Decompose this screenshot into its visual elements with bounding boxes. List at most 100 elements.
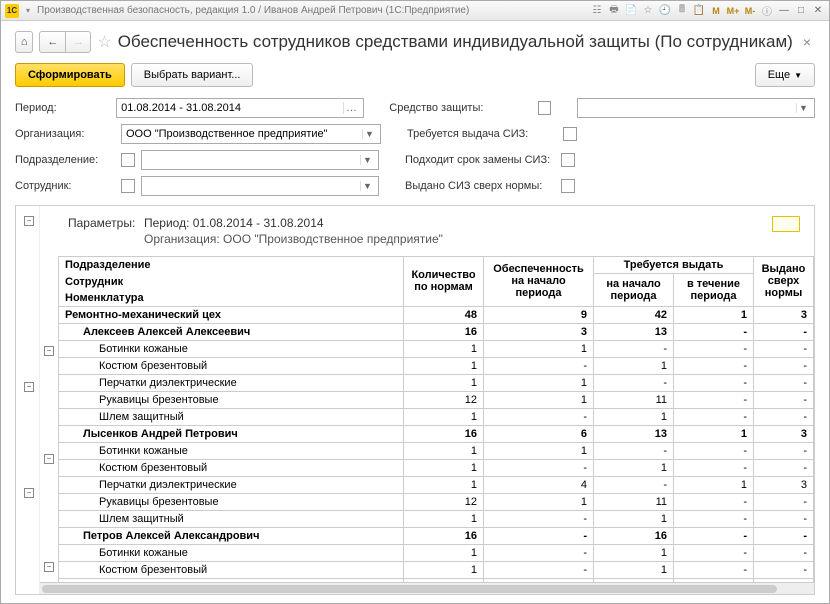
- outline-collapse-node[interactable]: −: [24, 382, 34, 392]
- choose-variant-button[interactable]: Выбрать вариант...: [131, 63, 254, 87]
- cell-ov: -: [754, 510, 814, 527]
- home-button[interactable]: ⌂: [15, 31, 33, 53]
- tb-icon-1[interactable]: ☷: [590, 4, 604, 18]
- dropdown-icon[interactable]: ▼: [360, 181, 374, 191]
- cell-ov: -: [754, 561, 814, 578]
- forward-button[interactable]: →: [65, 31, 91, 53]
- table-row[interactable]: Ботинки кожаные11---: [59, 340, 814, 357]
- table-row[interactable]: Костюм брезентовый1-1--: [59, 357, 814, 374]
- filters: Период: 01.08.2014 - 31.08.2014… Средств…: [1, 95, 829, 205]
- table-row[interactable]: Рукавицы брезентовые12111--: [59, 391, 814, 408]
- more-button[interactable]: Еще▼: [755, 63, 815, 87]
- cell-prov: -: [484, 510, 594, 527]
- tb-icon-help[interactable]: ⓘ: [760, 4, 774, 18]
- cell-ov: -: [754, 374, 814, 391]
- app-menu-dropdown[interactable]: ▾: [23, 6, 33, 16]
- cell-name: Ботинки кожаные: [59, 442, 404, 459]
- close-button[interactable]: ✕: [811, 4, 825, 18]
- titlebar: 1C ▾ Производственная безопасность, реда…: [1, 1, 829, 21]
- table-row[interactable]: Костюм брезентовый1-1--: [59, 459, 814, 476]
- emp-input[interactable]: ▼: [141, 176, 379, 196]
- cell-name: Алексеев Алексей Алексеевич: [59, 323, 404, 340]
- cell-ov: -: [754, 544, 814, 561]
- tb-icon-mplus[interactable]: M+: [726, 4, 740, 18]
- table-row[interactable]: Алексеев Алексей Алексеевич16313--: [59, 323, 814, 340]
- tb-icon-2[interactable]: 🖶: [607, 4, 621, 18]
- minimize-button[interactable]: —: [777, 4, 791, 18]
- cell-ov: -: [754, 340, 814, 357]
- tb-icon-mminus[interactable]: M-: [743, 4, 757, 18]
- emp-checkbox[interactable]: [121, 179, 135, 193]
- table-row[interactable]: Рукавицы брезентовые12111--: [59, 493, 814, 510]
- tb-icon-7[interactable]: 📋: [692, 4, 706, 18]
- dropdown-icon[interactable]: ▼: [796, 103, 810, 113]
- cell-ns: 42: [594, 306, 674, 323]
- cell-prov: 1: [484, 493, 594, 510]
- dept-checkbox[interactable]: [121, 153, 135, 167]
- period-input[interactable]: 01.08.2014 - 31.08.2014…: [116, 98, 364, 118]
- favorite-star-icon[interactable]: ☆: [97, 32, 111, 52]
- dept-input[interactable]: ▼: [141, 150, 379, 170]
- table-row[interactable]: Перчатки диэлектрические11---: [59, 374, 814, 391]
- page-header: ⌂ ← → ☆ Обеспеченность сотрудников средс…: [1, 21, 829, 59]
- tb-icon-m[interactable]: M: [709, 4, 723, 18]
- horizontal-scrollbar[interactable]: [40, 582, 814, 594]
- cell-ov: -: [754, 357, 814, 374]
- cell-ov: -: [754, 493, 814, 510]
- table-row[interactable]: Костюм брезентовый1-1--: [59, 561, 814, 578]
- th-over: Выдано сверх нормы: [754, 257, 814, 307]
- period-label: Период:: [15, 102, 110, 114]
- table-row[interactable]: Ботинки кожаные11---: [59, 442, 814, 459]
- report-content[interactable]: Параметры: Период: 01.08.2014 - 31.08.20…: [40, 206, 814, 594]
- cell-name: Ботинки кожаные: [59, 340, 404, 357]
- table-row[interactable]: Ремонтно-механический цех4894213: [59, 306, 814, 323]
- tab-close-button[interactable]: ×: [799, 34, 815, 50]
- cell-prov: 6: [484, 425, 594, 442]
- cell-ns: -: [594, 374, 674, 391]
- app-window: 1C ▾ Производственная безопасность, реда…: [0, 0, 830, 604]
- cell-name: Ремонтно-механический цех: [59, 306, 404, 323]
- cell-ns: 13: [594, 323, 674, 340]
- table-row[interactable]: Перчатки диэлектрические14-13: [59, 476, 814, 493]
- replace-due-checkbox[interactable]: [561, 153, 575, 167]
- org-input[interactable]: ООО "Производственное предприятие"▼: [121, 124, 381, 144]
- tb-icon-6[interactable]: 🖩: [675, 4, 689, 18]
- report-table: Подразделение Количество по нормам Обесп…: [58, 256, 814, 594]
- cell-ns: 1: [594, 357, 674, 374]
- outline-collapse-node[interactable]: −: [24, 216, 34, 226]
- period-picker-button[interactable]: …: [343, 102, 359, 114]
- tb-icon-4[interactable]: ☆: [641, 4, 655, 18]
- th-dept: Подразделение: [59, 257, 404, 274]
- cell-qty: 16: [404, 323, 484, 340]
- generate-button[interactable]: Сформировать: [15, 63, 125, 87]
- over-norm-checkbox[interactable]: [561, 179, 575, 193]
- tb-icon-5[interactable]: 🕘: [658, 4, 672, 18]
- need-issue-checkbox[interactable]: [563, 127, 577, 141]
- table-row[interactable]: Шлем защитный1-1--: [59, 510, 814, 527]
- cell-name: Петров Алексей Александрович: [59, 527, 404, 544]
- outline-collapse-node[interactable]: −: [44, 454, 54, 464]
- table-row[interactable]: Ботинки кожаные1-1--: [59, 544, 814, 561]
- tb-icon-3[interactable]: 📄: [624, 4, 638, 18]
- cell-nd: -: [674, 493, 754, 510]
- table-row[interactable]: Шлем защитный1-1--: [59, 408, 814, 425]
- protection-checkbox[interactable]: [538, 101, 551, 115]
- cell-nd: -: [674, 408, 754, 425]
- maximize-button[interactable]: □: [794, 4, 808, 18]
- cell-nd: -: [674, 323, 754, 340]
- cell-qty: 1: [404, 476, 484, 493]
- dropdown-icon[interactable]: ▼: [360, 155, 374, 165]
- back-button[interactable]: ←: [39, 31, 65, 53]
- table-row[interactable]: Лысенков Андрей Петрович1661313: [59, 425, 814, 442]
- cell-ov: -: [754, 442, 814, 459]
- cell-ns: -: [594, 476, 674, 493]
- table-row[interactable]: Петров Алексей Александрович16-16--: [59, 527, 814, 544]
- outline-collapse-node[interactable]: −: [24, 488, 34, 498]
- cell-ns: 1: [594, 459, 674, 476]
- protection-input[interactable]: ▼: [577, 98, 815, 118]
- outline-collapse-node[interactable]: −: [44, 346, 54, 356]
- outline-collapse-node[interactable]: −: [44, 562, 54, 572]
- cell-name: Рукавицы брезентовые: [59, 391, 404, 408]
- cell-ns: -: [594, 340, 674, 357]
- dropdown-icon[interactable]: ▼: [362, 129, 376, 139]
